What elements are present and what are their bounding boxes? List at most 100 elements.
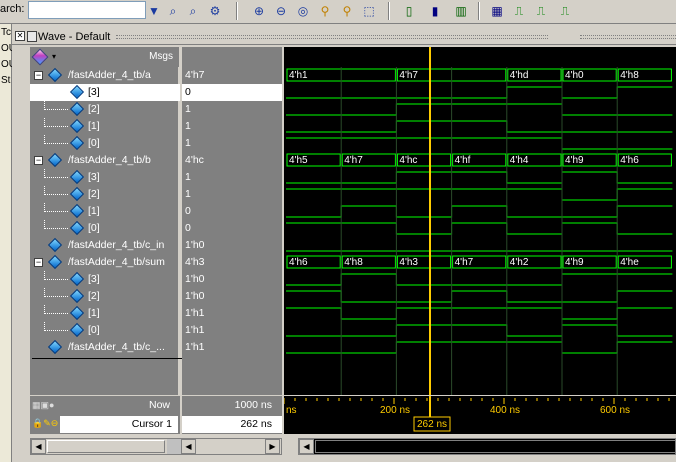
signal-name: /fastAdder_4_tb/a	[68, 69, 151, 81]
edge-rise-icon[interactable]: ⎍	[556, 2, 574, 20]
bit-waveform	[286, 290, 673, 303]
signal-row[interactable]: [1]	[30, 203, 180, 220]
wave-format-3-icon[interactable]: ▥	[452, 2, 470, 20]
bus-value: 4'h8	[344, 257, 363, 268]
signal-row[interactable]: [1]	[30, 118, 180, 135]
signal-value[interactable]: 1'h0	[182, 288, 282, 305]
zoom-out-icon[interactable]: ⊖	[272, 2, 290, 20]
tree-line	[44, 143, 68, 144]
signal-value[interactable]: 4'h3	[182, 254, 282, 271]
signal-value[interactable]: 1	[182, 186, 282, 203]
signal-value[interactable]: 4'hc	[182, 152, 282, 169]
scroll-thumb[interactable]	[47, 440, 165, 453]
signal-name: /fastAdder_4_tb/b	[68, 154, 151, 166]
names-header: ▾ Msgs	[30, 47, 180, 67]
signal-names-pane: − /fastAdder_4_tb/a [3] [2] [1] [0] − /fastAdde…	[30, 67, 272, 395]
signal-value[interactable]: 0	[182, 220, 282, 237]
scroll-left-icon[interactable]: ◀	[181, 439, 196, 454]
signal-value[interactable]: 1'h1	[182, 322, 282, 339]
zoom-in-icon[interactable]: ⊕	[250, 2, 268, 20]
tree-line	[44, 279, 68, 280]
scroll-right-icon[interactable]: ▶	[265, 439, 280, 454]
signal-row[interactable]: [2]	[30, 288, 180, 305]
signal-value[interactable]: 0	[182, 84, 282, 101]
signal-value[interactable]: 1'h1	[182, 339, 282, 356]
signal-row[interactable]: [3]	[30, 84, 180, 101]
grid-icon[interactable]: ▦	[488, 2, 506, 20]
chevron-down-icon[interactable]: ▾	[52, 52, 56, 61]
signal-value[interactable]: 1	[182, 135, 282, 152]
signal-row[interactable]: [0]	[30, 135, 180, 152]
bit-waveform	[286, 324, 673, 337]
search-dropdown-arrow-icon[interactable]: ▼	[147, 2, 161, 20]
find-previous-icon[interactable]: ⌕	[164, 2, 182, 20]
signal-row[interactable]: [3]	[30, 271, 180, 288]
bus-value: 4'h2	[510, 257, 529, 268]
timeline-tools-icon[interactable]: ▦▣●	[32, 400, 54, 411]
edge-next-icon[interactable]: ⎍	[532, 2, 550, 20]
close-icon[interactable]: ✕	[15, 31, 25, 41]
main-toolbar: arch: ▼ ⌕ ⌕ ⚙ ⊕ ⊖ ◎ ⚲ ⚲ ⬚ ▯ ▮ ▥ ▦ ⎍ ⎍ ⎍	[0, 0, 676, 24]
zoom-range-icon[interactable]: ⚲	[338, 2, 356, 20]
signal-diamond-icon	[69, 84, 85, 100]
wave-titlebar[interactable]: ✕ Wave - Default	[12, 29, 676, 45]
tree-line	[44, 92, 68, 93]
cursor-value: 262 ns	[240, 418, 272, 430]
signal-diamond-icon	[69, 288, 85, 304]
signal-diamond-icon	[69, 220, 85, 236]
signal-value[interactable]: 1'h0	[182, 271, 282, 288]
signal-row[interactable]: − /fastAdder_4_tb/sum	[30, 254, 180, 271]
signal-row[interactable]: /fastAdder_4_tb/c_...	[30, 339, 180, 356]
bit-waveform	[286, 188, 673, 201]
collapse-icon[interactable]: −	[34, 258, 43, 267]
signal-row[interactable]: − /fastAdder_4_tb/a	[30, 67, 180, 84]
collapse-icon[interactable]: −	[34, 71, 43, 80]
signal-row[interactable]: − /fastAdder_4_tb/b	[30, 152, 180, 169]
tree-line	[44, 177, 68, 178]
search-input[interactable]	[28, 1, 146, 19]
signal-diamond-icon	[69, 186, 85, 202]
edge-prev-icon[interactable]: ⎍	[510, 2, 528, 20]
bus-value: 4'h1	[289, 70, 308, 81]
signal-value[interactable]: 1	[182, 101, 282, 118]
cursor-flag-label: 262 ns	[417, 419, 447, 430]
waveform-canvas[interactable]: 4'h1 4'h7 4'hd 4'h0 4'h8 4'h5 4'h7 4'hc 4'hf 4'h4…	[284, 47, 676, 395]
signal-row[interactable]: /fastAdder_4_tb/c_in	[30, 237, 180, 254]
cursor-value-field[interactable]: 262 ns	[182, 416, 282, 433]
cursor-tools-icon[interactable]: 🔒✎⊖	[32, 418, 58, 429]
waveform-pane[interactable]: 4'h1 4'h7 4'hd 4'h0 4'h8 4'h5 4'h7 4'hc 4'hf 4'h4…	[284, 47, 676, 395]
signal-menu-icon[interactable]	[31, 48, 49, 66]
cursor-name-field[interactable]: Cursor 1	[60, 416, 178, 433]
scroll-left-icon[interactable]: ◀	[299, 439, 314, 454]
signal-value[interactable]: 0	[182, 203, 282, 220]
wave-scroll-thumb[interactable]	[315, 440, 676, 453]
tree-line	[44, 228, 68, 229]
signal-row[interactable]: [0]	[30, 322, 180, 339]
names-hscrollbar[interactable]: ◀ ◀ ▶	[30, 438, 282, 455]
wave-hscrollbar[interactable]: ◀	[298, 438, 676, 455]
find-options-icon[interactable]: ⚙	[206, 2, 224, 20]
signal-row[interactable]: [1]	[30, 305, 180, 322]
tree-line	[44, 109, 68, 110]
signal-value[interactable]: 1'h0	[182, 237, 282, 254]
signal-value[interactable]: 4'h7	[182, 67, 282, 84]
signal-row[interactable]: [3]	[30, 169, 180, 186]
timeline-ruler-canvas[interactable]: ns 200 ns 400 ns 600 ns 262 ns	[283, 396, 676, 434]
wave-format-1-icon[interactable]: ▯	[400, 2, 418, 20]
signal-value[interactable]: 1'h1	[182, 305, 282, 322]
collapse-icon[interactable]: −	[34, 156, 43, 165]
signal-row[interactable]: [0]	[30, 220, 180, 237]
bus-value: 4'hc	[399, 155, 417, 166]
wave-format-2-icon[interactable]: ▮	[426, 2, 444, 20]
signal-row[interactable]: [2]	[30, 186, 180, 203]
scroll-left-icon[interactable]: ◀	[31, 439, 46, 454]
signal-diamond-icon	[69, 118, 85, 134]
zoom-area-icon[interactable]: ⬚	[360, 2, 378, 20]
timeline-ruler[interactable]: ns 200 ns 400 ns 600 ns 262 ns	[283, 396, 676, 434]
signal-value[interactable]: 1	[182, 169, 282, 186]
find-next-icon[interactable]: ⌕	[184, 2, 202, 20]
zoom-cursor-icon[interactable]: ⚲	[316, 2, 334, 20]
zoom-full-icon[interactable]: ◎	[294, 2, 312, 20]
signal-value[interactable]: 1	[182, 118, 282, 135]
signal-row[interactable]: [2]	[30, 101, 180, 118]
